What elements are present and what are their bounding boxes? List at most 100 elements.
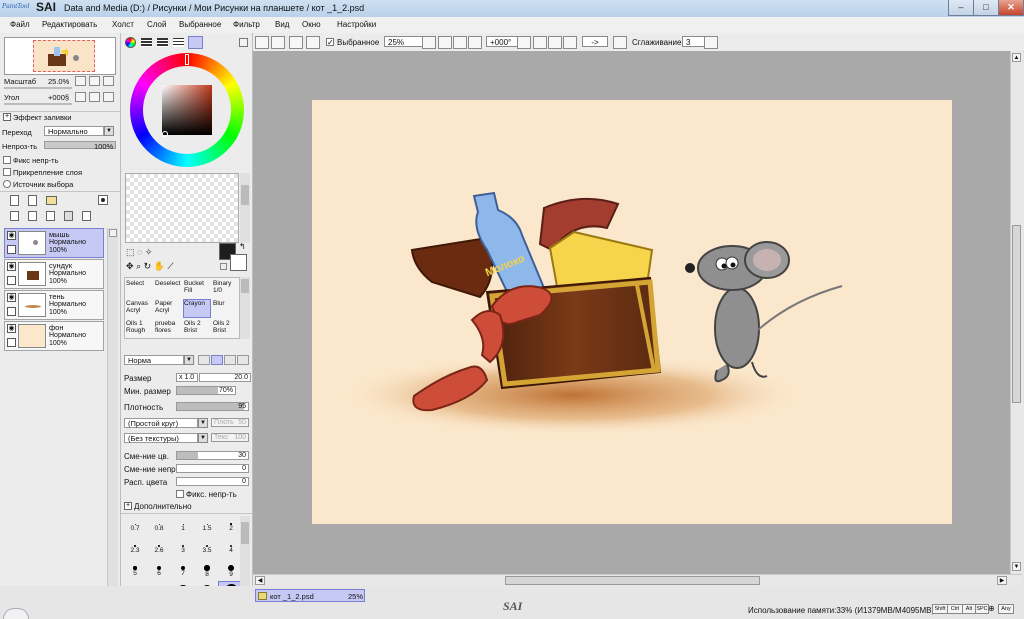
nav-rotate-reset-button[interactable]	[103, 92, 114, 102]
menu-file[interactable]: Файл	[10, 20, 30, 29]
zoom-icon[interactable]: ⌕	[136, 261, 141, 271]
angle-slider[interactable]	[4, 103, 72, 105]
tool-paper-acryl[interactable]: Paper Acryl	[155, 300, 181, 317]
brush-shape-2-icon[interactable]	[211, 355, 223, 365]
scratchpad-scrollbar[interactable]	[240, 173, 250, 243]
nav-rotate-right-button[interactable]	[89, 92, 100, 102]
menu-layer[interactable]: Слой	[147, 20, 166, 29]
tool-deselect[interactable]: Deselect	[155, 280, 181, 297]
layer-lock-icon[interactable]	[7, 338, 16, 347]
invert-selection-button[interactable]	[306, 36, 320, 49]
menu-edit[interactable]: Редактировать	[42, 20, 97, 29]
scroll-right-icon[interactable]: ▶	[997, 576, 1007, 585]
menu-selection[interactable]: Выбранное	[179, 20, 221, 29]
brush-shape-chevron-icon[interactable]: ▼	[198, 418, 208, 428]
rotation-dropdown-icon[interactable]	[517, 36, 531, 49]
scratchpad-toggle-icon[interactable]	[239, 38, 248, 47]
visibility-eye-icon[interactable]: ◉	[7, 231, 16, 240]
clip-layer-checkbox[interactable]	[3, 168, 11, 176]
nav-zoom-out-button[interactable]	[75, 76, 86, 86]
brush-size-preset[interactable]: 0.8	[147, 516, 171, 532]
brush-texture-chevron-icon[interactable]: ▼	[198, 433, 208, 443]
rotation-reset-button[interactable]	[563, 36, 577, 49]
layer-item[interactable]: ◉ мышь Нормально 100%	[4, 228, 104, 258]
scroll-up-icon[interactable]: ▲	[1012, 53, 1021, 62]
menu-canvas[interactable]: Холст	[112, 20, 134, 29]
document-tab[interactable]: кот _1_2.psd 25%	[255, 589, 365, 602]
blend-mode-chevron-icon[interactable]: ▼	[104, 126, 114, 136]
brush-size-preset[interactable]: 5	[123, 560, 147, 577]
drawing-canvas[interactable]: Молоко	[312, 100, 952, 524]
visibility-eye-icon[interactable]: ◉	[7, 262, 16, 271]
deselect-button[interactable]	[289, 36, 303, 49]
brush-size-preset[interactable]: 3.5	[195, 538, 219, 554]
move-icon[interactable]: ✥	[126, 261, 134, 271]
color-stretch-slider[interactable]: 0	[176, 477, 249, 486]
tool-grid-scrollbar[interactable]	[240, 277, 250, 339]
tool-oils2-brist[interactable]: Oils 2 Brist	[184, 320, 210, 337]
keep-opacity-checkbox[interactable]	[176, 490, 184, 498]
zoom-slider[interactable]	[4, 87, 72, 89]
layer-item[interactable]: ◉ сундук Нормально 100%	[4, 259, 104, 289]
rotate-right-button[interactable]	[548, 36, 562, 49]
swap-colors-icon[interactable]: ↰	[239, 242, 246, 251]
hsv-slider-mode-icon[interactable]	[157, 38, 168, 47]
saturation-value-square[interactable]	[162, 85, 212, 135]
tool-select[interactable]: Select	[126, 280, 152, 297]
brush-size-preset[interactable]: 2.6	[147, 538, 171, 554]
hand-icon[interactable]: ✋	[154, 261, 165, 271]
brush-shape-1-icon[interactable]	[198, 355, 210, 365]
undo-button[interactable]	[255, 36, 269, 49]
rotate-icon[interactable]: ↻	[144, 261, 152, 271]
redo-button[interactable]	[271, 36, 285, 49]
sub-color-swatch[interactable]	[230, 254, 247, 271]
layer-lock-icon[interactable]	[7, 276, 16, 285]
color-picker-cursor[interactable]	[162, 131, 168, 137]
rgb-slider-mode-icon[interactable]	[141, 38, 152, 47]
lock-opacity-checkbox[interactable]	[3, 156, 11, 164]
min-size-slider[interactable]: 70%	[176, 386, 236, 395]
color-mix-slider[interactable]: 30	[176, 451, 249, 460]
menu-filter[interactable]: Фильтр	[233, 20, 260, 29]
menu-view[interactable]: Вид	[275, 20, 289, 29]
layer-list-scrollbar[interactable]	[107, 228, 118, 593]
layer-mask-icon[interactable]	[98, 195, 108, 205]
advanced-expand-icon[interactable]: +	[124, 502, 132, 510]
size-multiplier[interactable]: x 1.0	[176, 373, 198, 382]
scroll-left-icon[interactable]: ◀	[255, 576, 265, 585]
tool-oils2-brist-2[interactable]: Oils 2 Brist	[213, 320, 239, 337]
hue-cursor[interactable]	[185, 54, 189, 65]
horizontal-scrollbar[interactable]: ◀ ▶	[253, 574, 1022, 586]
brush-size-preset[interactable]: 2.3	[123, 538, 147, 554]
selection-source-checkbox[interactable]	[3, 180, 11, 188]
layer-item[interactable]: ◉ тень Нормально 100%	[4, 290, 104, 320]
tool-binary[interactable]: Binary 1/0	[213, 280, 239, 297]
flip-button[interactable]: ->	[582, 36, 608, 47]
menu-settings[interactable]: Настройки	[337, 20, 376, 29]
panel-scroll-indicator[interactable]	[3, 608, 29, 619]
merge-down-icon[interactable]	[46, 211, 55, 221]
color-wheel-mode-icon[interactable]	[125, 37, 136, 48]
new-layer-icon[interactable]	[10, 195, 19, 206]
new-vector-layer-icon[interactable]	[28, 195, 37, 206]
tool-oils1-rough[interactable]: Oils 1 Rough	[126, 320, 152, 337]
clear-layer-icon[interactable]	[82, 211, 91, 221]
visibility-eye-icon[interactable]: ◉	[7, 293, 16, 302]
nav-zoom-in-button[interactable]	[89, 76, 100, 86]
brush-size-preset[interactable]: 8	[195, 560, 219, 578]
transparent-color-icon[interactable]	[220, 263, 227, 270]
horizontal-scroll-thumb[interactable]	[505, 576, 760, 585]
layer-lock-icon[interactable]	[7, 307, 16, 316]
scroll-down-icon[interactable]: ▼	[1012, 562, 1021, 571]
close-button[interactable]: ✕	[998, 0, 1024, 16]
rotate-left-button[interactable]	[533, 36, 547, 49]
zoom-reset-button[interactable]	[468, 36, 482, 49]
visibility-eye-icon[interactable]: ◉	[7, 324, 16, 333]
new-folder-icon[interactable]	[46, 196, 57, 205]
brush-shape-dropdown[interactable]: (Простой круг)	[124, 418, 198, 428]
tool-crayon[interactable]: Crayon	[183, 299, 211, 318]
size-field[interactable]: 20.0	[199, 373, 251, 382]
lasso-icon[interactable]: ◌	[137, 247, 142, 257]
color-scratchpad[interactable]	[125, 173, 239, 243]
transfer-down-icon[interactable]	[28, 211, 37, 221]
